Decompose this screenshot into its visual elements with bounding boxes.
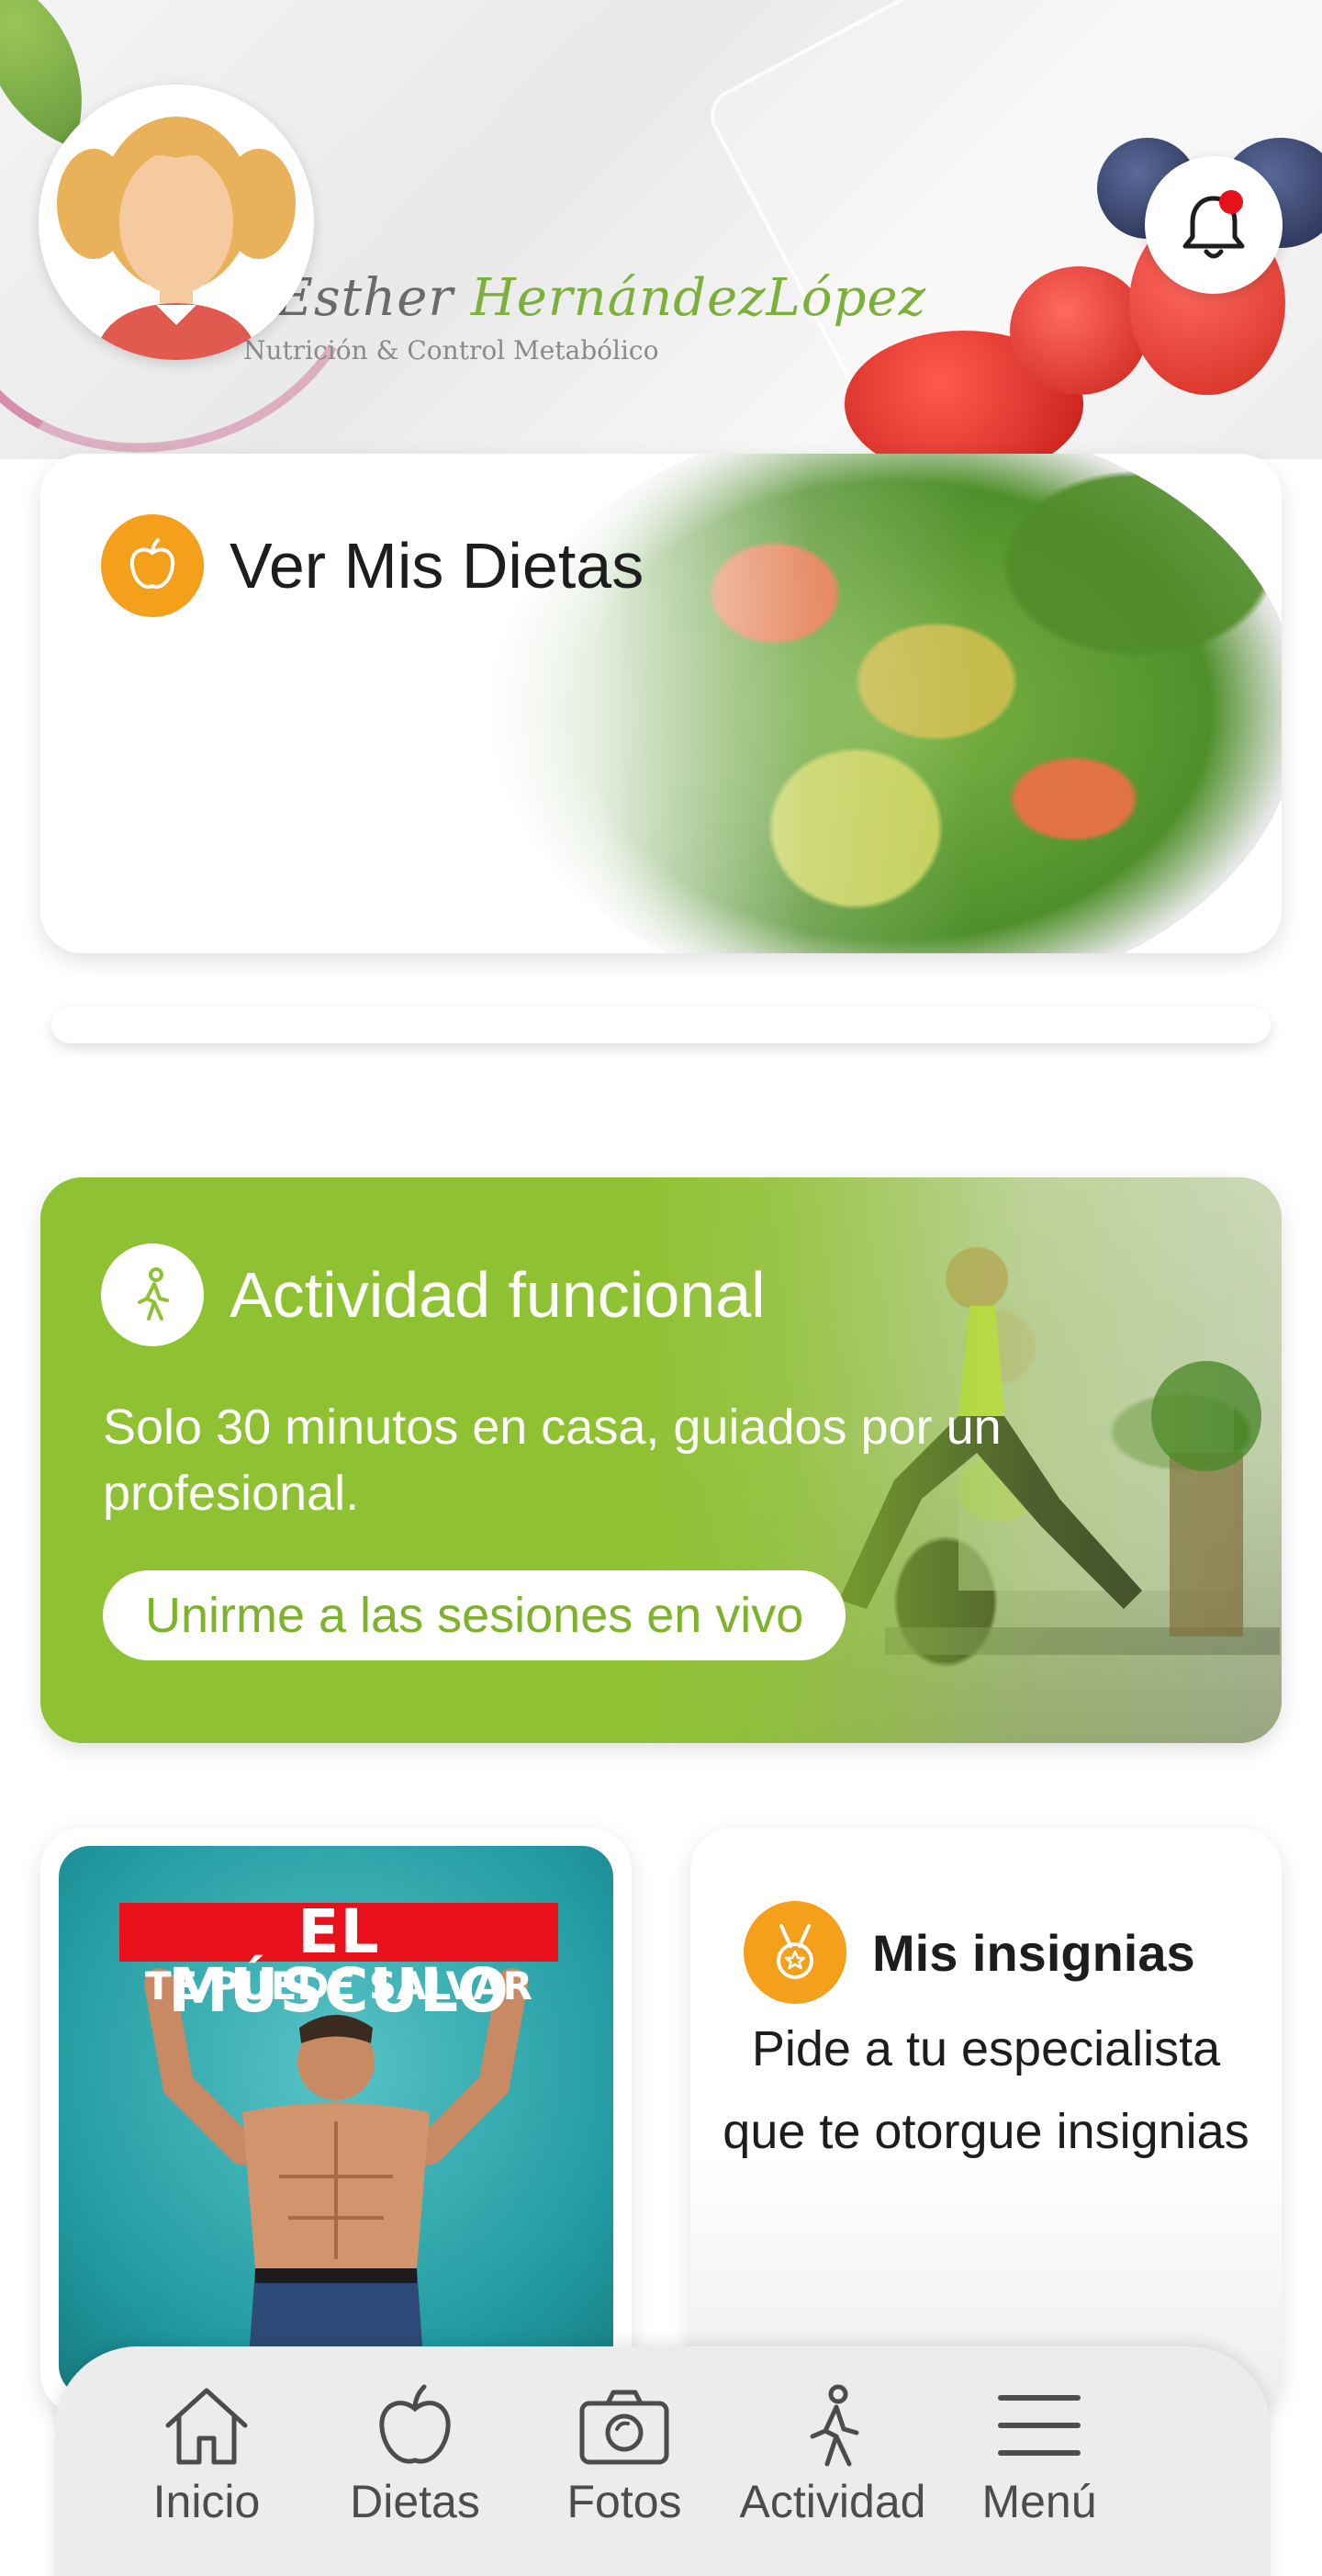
bell-icon xyxy=(1182,190,1245,259)
promo-subheadline: TE PUEDE SALVAR xyxy=(145,1963,532,2008)
medal-icon xyxy=(777,1924,813,1979)
activity-badge xyxy=(101,1243,204,1346)
brand-logo-name: Esther HernándezLópez xyxy=(275,268,926,328)
nav-item-dietas[interactable]: Dietas xyxy=(305,2383,525,2528)
promo-card[interactable]: EL MÚSCULO TE PUEDE SALVAR xyxy=(40,1828,632,2415)
nav-label: Inicio xyxy=(152,2476,261,2527)
home-icon xyxy=(165,2388,248,2465)
badges-card[interactable]: Mis insignias Pide a tu especialista que… xyxy=(690,1828,1282,2415)
nav-label: Menú xyxy=(981,2476,1097,2527)
promo-headline: EL MÚSCULO xyxy=(119,1902,558,2021)
walking-person-icon xyxy=(138,1267,169,1321)
nav-item-fotos[interactable]: Fotos xyxy=(514,2383,734,2528)
nav-item-actividad[interactable]: Actividad xyxy=(723,2383,943,2528)
badges-card-description: Pide a tu especialista que te otorgue in… xyxy=(723,2021,1249,2159)
header-banner: Esther HernándezLópez Nutrición & Contro… xyxy=(0,0,1322,459)
apple-icon xyxy=(379,2384,451,2464)
activity-card[interactable]: Actividad funcional Solo 30 minutos en c… xyxy=(40,1177,1282,1743)
diets-card-title: Ver Mis Dietas xyxy=(230,530,644,602)
apple-icon xyxy=(129,538,175,589)
nav-item-menu[interactable]: Menú xyxy=(929,2383,1149,2528)
badges-card-header: Mis insignias xyxy=(744,1901,1195,2004)
medal-badge xyxy=(744,1901,846,2004)
nav-item-inicio[interactable]: Inicio xyxy=(96,2383,317,2528)
activity-card-description: Solo 30 minutos en casa, guiados por un … xyxy=(103,1400,1002,1521)
bottom-navigation: Inicio Dietas Fotos Actividad Menú xyxy=(55,2346,1271,2576)
nav-label: Dietas xyxy=(350,2476,480,2527)
nav-label: Actividad xyxy=(739,2476,926,2527)
promo-poster: EL MÚSCULO TE PUEDE SALVAR xyxy=(59,1846,613,2397)
camera-icon xyxy=(579,2390,669,2465)
notifications-button[interactable] xyxy=(1145,156,1283,294)
badges-card-title: Mis insignias xyxy=(872,1923,1195,1982)
diets-card-header: Ver Mis Dietas xyxy=(101,514,644,617)
user-avatar-icon xyxy=(57,117,296,360)
activity-card-header: Actividad funcional xyxy=(101,1243,766,1346)
hamburger-menu-icon xyxy=(998,2395,1081,2456)
brand-last-name: HernándezLópez xyxy=(470,268,927,328)
apple-badge xyxy=(101,514,204,617)
walking-person-icon xyxy=(810,2384,859,2467)
brand-logo-subtitle: Nutrición & Control Metabólico xyxy=(243,335,659,366)
activity-card-title: Actividad funcional xyxy=(230,1259,766,1331)
join-live-sessions-button[interactable]: Unirme a las sesiones en vivo xyxy=(103,1570,846,1660)
diets-card[interactable]: Ver Mis Dietas xyxy=(40,454,1282,953)
nav-label: Fotos xyxy=(566,2476,682,2527)
unread-dot xyxy=(1219,190,1243,214)
avatar[interactable] xyxy=(39,84,314,360)
section-divider xyxy=(51,1007,1271,1043)
strawberry-decoration xyxy=(1010,266,1148,395)
